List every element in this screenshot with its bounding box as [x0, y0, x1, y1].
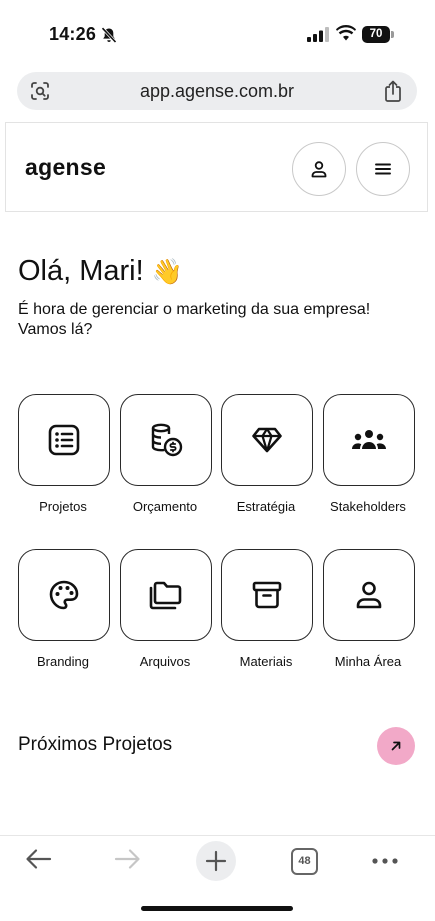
tile-orcamento[interactable] [120, 394, 212, 486]
forward-button[interactable] [112, 844, 142, 874]
address-bar[interactable]: app.agense.com.br [17, 72, 417, 110]
tile-label: Branding [36, 654, 90, 669]
tile-branding[interactable] [18, 549, 110, 641]
tile-label: Estratégia [236, 499, 296, 514]
tile-label: Orçamento [132, 499, 198, 514]
tile-projetos[interactable] [18, 394, 110, 486]
tile-label: Arquivos [139, 654, 191, 669]
more-dots-icon [372, 858, 398, 864]
status-time: 14:26 [49, 24, 97, 44]
coins-icon [151, 423, 183, 457]
battery-indicator: 70 [362, 26, 394, 43]
tile-estrategia[interactable] [221, 394, 313, 486]
share-icon[interactable] [383, 79, 403, 103]
waving-hand-icon: 👋 [151, 258, 183, 286]
home-indicator [141, 906, 293, 911]
url-text[interactable]: app.agense.com.br [17, 72, 417, 110]
tile-arquivos[interactable] [120, 549, 212, 641]
diamond-icon [252, 427, 282, 453]
new-tab-button[interactable] [196, 841, 236, 881]
tile-stakeholders[interactable] [323, 394, 415, 486]
tile-label: Projetos [39, 499, 87, 514]
plus-icon [205, 850, 227, 872]
palette-icon [49, 580, 79, 610]
greeting-text: Olá, Mari! [18, 255, 144, 287]
group-icon [352, 430, 386, 449]
user-icon [311, 161, 327, 178]
arrow-up-right-icon [391, 741, 401, 751]
greeting-subtitle: É hora de gerenciar o marketing da sua e… [18, 301, 371, 338]
tile-label: Materiais [239, 654, 293, 669]
hamburger-icon [375, 163, 391, 175]
next-projects-title: Próximos Projetos [18, 734, 173, 755]
menu-button[interactable] [356, 142, 410, 196]
profile-button[interactable] [292, 142, 346, 196]
tabs-button[interactable]: 48 [291, 848, 318, 875]
wifi-icon [336, 25, 356, 41]
tile-materiais[interactable] [221, 549, 313, 641]
signal-icon [307, 27, 329, 42]
next-projects-open-button[interactable] [377, 727, 415, 765]
arrow-right-icon [114, 849, 140, 869]
agense-logo[interactable]: agense [25, 154, 106, 181]
tile-label: Minha Área [334, 654, 402, 669]
site-header: agense [5, 122, 428, 212]
tile-minha-area[interactable] [323, 549, 415, 641]
back-button[interactable] [24, 844, 54, 874]
user-icon [356, 581, 382, 609]
status-bar: 14:26 70 [0, 0, 435, 66]
battery-level: 70 [362, 26, 390, 43]
greeting-title: Olá, Mari! 👋 [18, 255, 183, 288]
folders-icon [149, 581, 182, 610]
bell-muted-icon [101, 27, 117, 44]
list-icon [48, 424, 80, 456]
more-button[interactable] [371, 852, 399, 870]
arrow-left-icon [26, 849, 52, 869]
tile-label: Stakeholders [330, 499, 406, 514]
archive-icon [252, 581, 282, 609]
